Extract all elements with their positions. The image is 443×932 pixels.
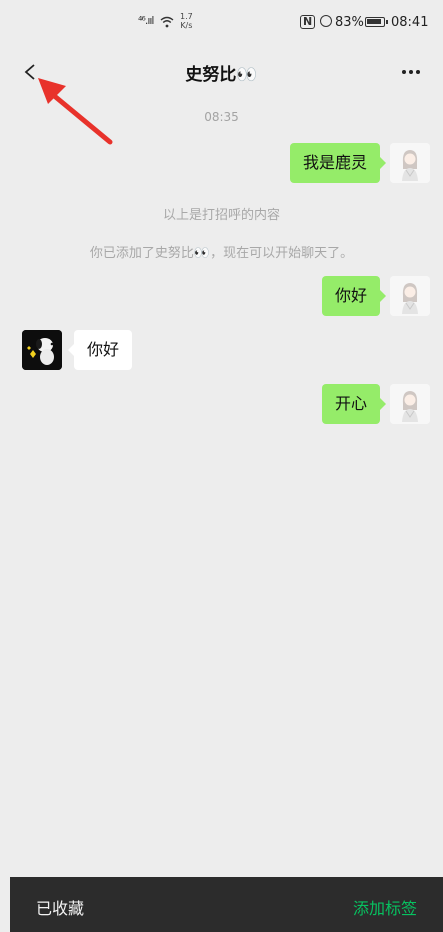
ellipsis-icon (402, 70, 420, 74)
girl-avatar-icon (390, 276, 430, 316)
system-message: 你已添加了史努比👀，现在可以开始聊天了。 (89, 246, 354, 261)
network-speed: 1.7 K/s (180, 12, 193, 30)
battery-percent: 83% (335, 15, 364, 30)
data-saver-icon (320, 15, 332, 27)
message-bubble-outgoing[interactable]: 你好 (321, 276, 387, 316)
message-bubble-outgoing[interactable]: 我是鹿灵 (289, 143, 387, 183)
system-message: 以上是打招呼的内容 (162, 208, 280, 223)
wifi-icon (160, 16, 174, 28)
self-avatar[interactable] (390, 384, 430, 424)
self-avatar[interactable] (390, 276, 430, 316)
message-bubble-incoming[interactable]: 你好 (67, 330, 133, 370)
girl-avatar-icon (390, 143, 430, 183)
annotation-arrow-icon (38, 78, 113, 145)
add-tag-button[interactable]: 添加标签 (353, 895, 417, 919)
status-bar: ⁴⁶.ııl 1.7 K/s N 83% 08:41 (0, 0, 443, 48)
message-bubble-outgoing[interactable]: 开心 (321, 384, 387, 424)
nfc-icon: N (300, 15, 316, 29)
message-timestamp: 08:35 (204, 110, 239, 124)
favorited-button[interactable]: 已收藏 (36, 895, 84, 919)
more-button[interactable] (391, 54, 431, 88)
girl-avatar-icon (390, 384, 430, 424)
bottom-bar: 已收藏 添加标签 (10, 877, 443, 932)
battery-icon (365, 17, 388, 27)
snoopy-avatar-icon (22, 330, 62, 370)
clock: 08:41 (391, 15, 429, 30)
self-avatar[interactable] (390, 143, 430, 183)
contact-avatar[interactable] (22, 330, 62, 370)
signal-icon: ⁴⁶.ııl (138, 14, 155, 27)
